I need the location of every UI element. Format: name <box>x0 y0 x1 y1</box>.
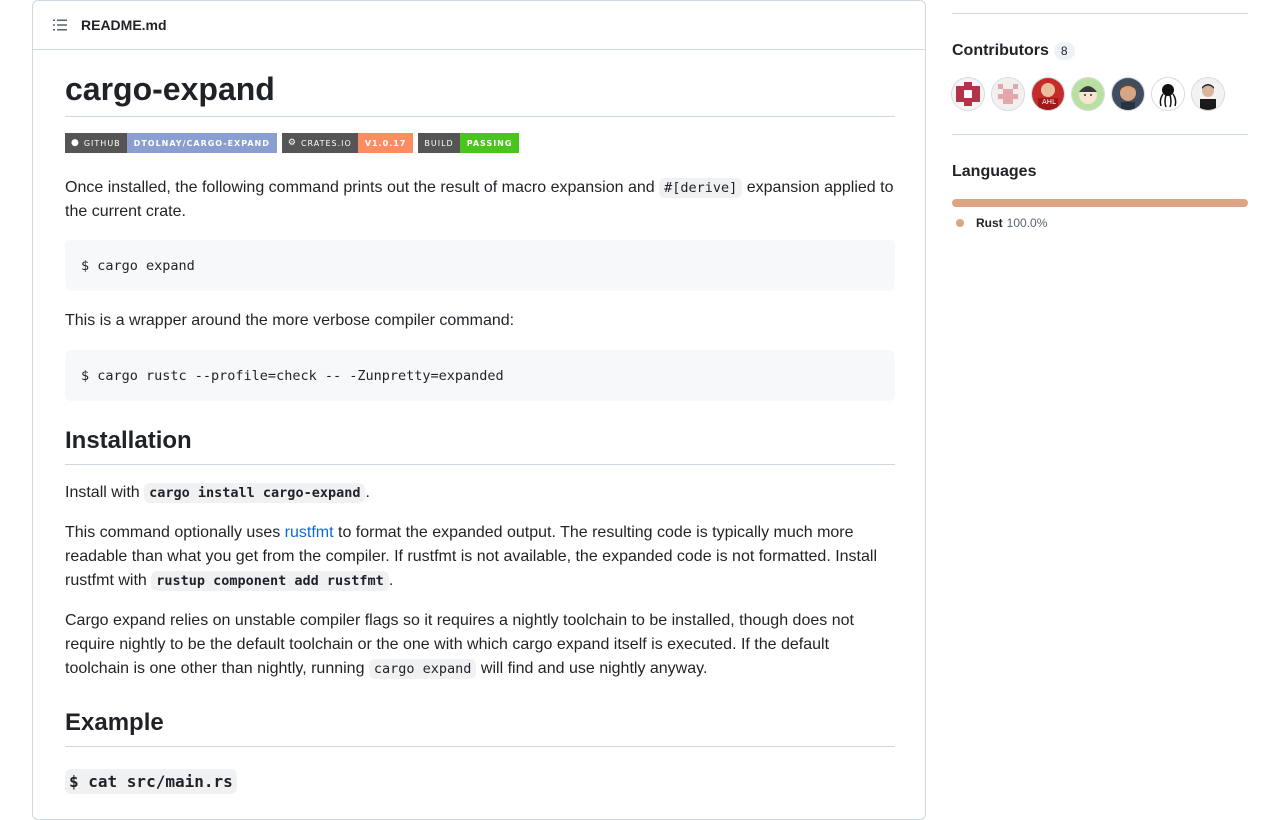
rustfmt-paragraph: This command optionally uses rustfmt to … <box>65 524 878 591</box>
language-rust[interactable]: Rust 100.0% <box>952 216 1047 230</box>
languages-heading: Languages <box>952 163 1037 180</box>
cargo-expand-code: cargo expand <box>368 659 477 679</box>
svg-text:AHL: AHL <box>1042 98 1056 106</box>
rustfmt-install-code: rustup component add rustfmt <box>151 571 389 591</box>
avatar[interactable] <box>1112 78 1144 110</box>
avatar[interactable] <box>1192 78 1224 110</box>
contributors-heading[interactable]: Contributors 8 <box>952 39 1075 63</box>
readme-title: cargo-expand <box>65 51 895 117</box>
list-icon <box>53 19 67 31</box>
nightly-paragraph: Cargo expand relies on unstable compiler… <box>65 612 854 679</box>
avatar[interactable] <box>992 78 1024 110</box>
build-badge[interactable]: build passing <box>418 133 520 153</box>
readme-panel: README.md cargo-expand ● github dtolnay/c… <box>32 0 926 820</box>
contributors-title: Contributors <box>952 42 1049 59</box>
wrapper-paragraph: This is a wrapper around the more verbos… <box>65 312 515 329</box>
cat-code: $ cat src/main.rs <box>65 769 237 794</box>
crates-badge[interactable]: ⚙ crates.io v1.0.17 <box>281 133 414 153</box>
sidebar-divider <box>952 13 1248 14</box>
badge-value: dtolnay/cargo-expand <box>126 133 277 153</box>
avatar[interactable] <box>1152 78 1184 110</box>
github-icon: ● <box>71 138 80 148</box>
code-block-expand: $ cargo expand <box>65 240 895 291</box>
install-code: cargo install cargo-expand <box>144 483 366 503</box>
rustfmt-link[interactable]: rustfmt <box>285 524 334 541</box>
example-heading: Example <box>65 708 895 747</box>
avatar[interactable]: AHL <box>1032 78 1064 110</box>
language-percent: 100.0% <box>1006 216 1048 230</box>
example-code-line: $ cat src/main.rs <box>65 769 895 795</box>
install-paragraph: Install with cargo install cargo-expand. <box>65 483 370 503</box>
rust-language-fill <box>952 199 1248 207</box>
badge-label: github <box>83 138 121 148</box>
readme-filename[interactable]: README.md <box>81 17 167 33</box>
crates-icon: ⚙ <box>287 138 297 148</box>
intro-paragraph: Once installed, the following command pr… <box>65 178 894 220</box>
avatar[interactable] <box>952 78 984 110</box>
languages-bar[interactable] <box>952 199 1248 207</box>
badges-row: ● github dtolnay/cargo-expand ⚙ crates.io … <box>65 133 895 153</box>
rust-color-dot <box>956 219 964 227</box>
contributors-avatars: AHL <box>952 78 1224 110</box>
readme-header: README.md <box>33 1 925 50</box>
sidebar-divider <box>952 134 1248 135</box>
badge-value: passing <box>459 133 520 153</box>
badge-value: v1.0.17 <box>357 133 414 153</box>
badge-label: build <box>418 133 460 153</box>
outline-button[interactable] <box>49 14 71 36</box>
contributors-count: 8 <box>1053 42 1075 60</box>
avatar[interactable] <box>1072 78 1104 110</box>
code-block-rustc: $ cargo rustc --profile=check -- -Zunpre… <box>65 350 895 401</box>
readme-article: cargo-expand ● github dtolnay/cargo-expan… <box>65 51 895 795</box>
installation-heading: Installation <box>65 426 895 465</box>
language-name: Rust <box>976 216 1003 230</box>
github-badge[interactable]: ● github dtolnay/cargo-expand <box>65 133 277 153</box>
derive-code: #[derive] <box>659 178 743 198</box>
badge-label: crates.io <box>300 138 352 148</box>
